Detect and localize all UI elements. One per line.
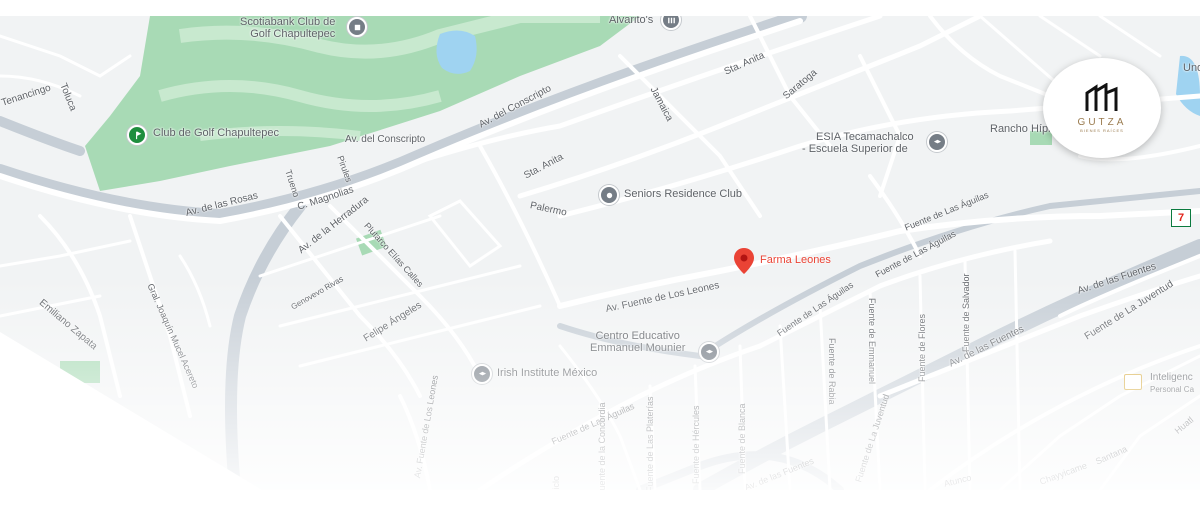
street-label: Fuente de Rabia — [827, 338, 837, 405]
street-label: Fuente de Salvador — [961, 273, 971, 352]
golf-club-pin-icon[interactable] — [127, 125, 147, 145]
gutza-logo-badge: GUTZA BIENES RAÍCES — [1043, 58, 1161, 158]
farma-leones-label: Farma Leones — [760, 254, 831, 266]
seniors-club-pin-icon[interactable] — [599, 185, 619, 205]
und-label: Und — [1183, 62, 1200, 74]
esia-pin-icon[interactable] — [927, 132, 947, 152]
inteligencia-pin-icon[interactable] — [1124, 374, 1142, 390]
lake — [436, 30, 477, 74]
street-label: Fuente de Hércules — [691, 405, 701, 484]
street-label: Fuente de la Concordia — [597, 402, 607, 490]
alvaritos-label: Alvarito's — [609, 16, 654, 26]
street-label: Ciclo — [551, 475, 561, 490]
irish-institute-pin-icon[interactable] — [472, 364, 492, 384]
street-label: Fuente de Emmanuel — [867, 298, 877, 385]
logo-brand-text: GUTZA — [1077, 117, 1127, 128]
map-view[interactable]: 7 Scotiabank Club de Golf Chapultepec Alv… — [0, 16, 1200, 490]
seven-eleven-icon[interactable]: 7 — [1171, 209, 1191, 227]
inteligencia-label: Inteligenc Personal Ca — [1150, 372, 1195, 394]
scotiabank-label: Scotiabank Club de Golf Chapultepec — [240, 16, 336, 40]
street-label: Fuente de Flores — [917, 313, 927, 382]
golf-club-label: Club de Golf Chapultepec — [153, 127, 279, 139]
street-label: Fuente de Blanca — [737, 403, 747, 474]
farma-leones-marker-icon[interactable] — [734, 248, 754, 274]
esia-label: ESIA Tecamachalco - Escuela Superior de — [802, 131, 914, 155]
centro-educativo-pin-icon[interactable] — [699, 342, 719, 362]
street-label: Av. del Conscripto — [345, 134, 426, 145]
building-logo-icon — [1085, 83, 1118, 111]
seniors-club-label: Seniors Residence Club — [624, 188, 743, 200]
centro-educativo-label: Centro Educativo Emmanuel Mounier — [590, 330, 686, 354]
logo-sub-text: BIENES RAÍCES — [1080, 128, 1124, 133]
irish-institute-label: Irish Institute México — [497, 367, 598, 379]
scotiabank-pin-icon[interactable] — [347, 17, 367, 37]
street-label: Fuente de Las Platerías — [645, 396, 655, 490]
